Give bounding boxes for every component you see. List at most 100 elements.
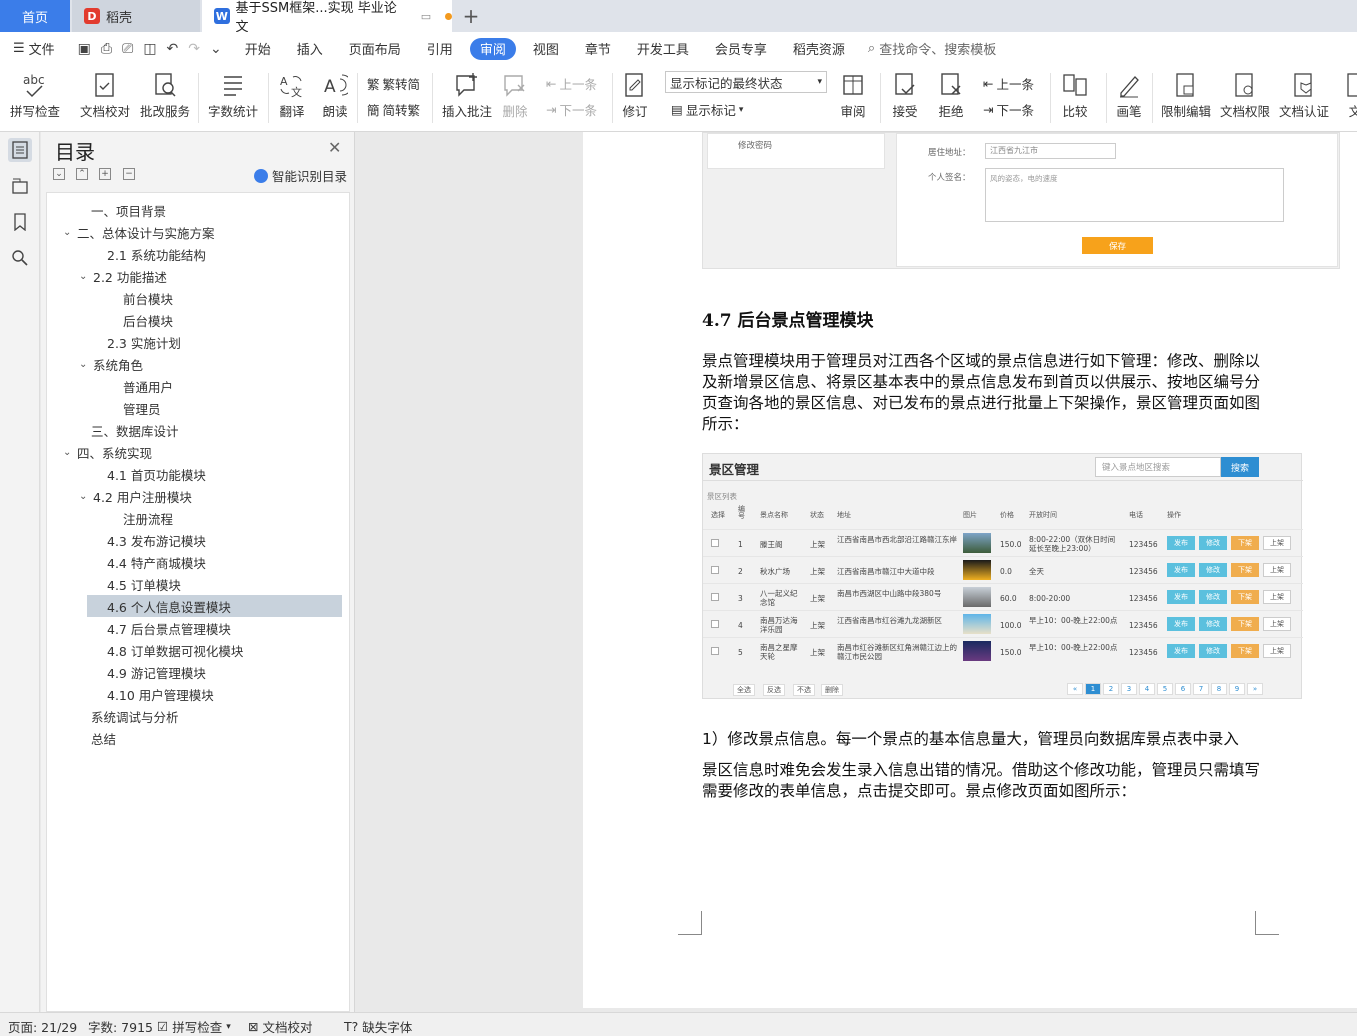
row-time: 8:00-20:00: [1029, 594, 1071, 603]
search-icon[interactable]: [8, 246, 32, 270]
prev-change-button[interactable]: ⇤ 上一条: [983, 74, 1034, 93]
doc-proof-button[interactable]: 文档校对: [80, 69, 130, 120]
menu-insert[interactable]: 插入: [284, 38, 336, 60]
plus-icon[interactable]: +: [99, 168, 111, 180]
word-count-indicator[interactable]: 字数: 7915: [88, 1017, 153, 1036]
collapse-all-icon[interactable]: ⌄: [53, 168, 65, 180]
toc-item-selected[interactable]: 4.6 个人信息设置模块: [87, 595, 342, 617]
toc-item[interactable]: 4.4 特产商城模块: [93, 551, 206, 573]
toc-nav-icon[interactable]: [8, 138, 32, 162]
toc-item[interactable]: 2.1 系统功能结构: [93, 243, 206, 265]
doc-cert-button[interactable]: 文档认证: [1279, 69, 1329, 120]
screen-icon[interactable]: ▭: [421, 10, 431, 23]
toc-item[interactable]: 2.3 实施计划: [93, 331, 181, 353]
bookmark-icon[interactable]: [8, 210, 32, 234]
toc-item[interactable]: ⌄ 系统角色: [79, 353, 143, 375]
save-icon[interactable]: ▣: [78, 41, 91, 57]
menu-review[interactable]: 审阅: [469, 37, 516, 60]
menu-member[interactable]: 会员专享: [702, 38, 780, 60]
simp-to-trad-button[interactable]: 簡简转繁: [367, 100, 420, 119]
restrict-edit-button[interactable]: 限制编辑: [1161, 69, 1211, 120]
reject-button[interactable]: 拒绝: [936, 69, 966, 120]
compare-button[interactable]: 比较: [1060, 69, 1090, 120]
menu-page-layout[interactable]: 页面布局: [336, 38, 414, 60]
spell-check-button[interactable]: abc 拼写检查: [10, 69, 60, 120]
revise-button[interactable]: 修订: [620, 69, 650, 120]
toc-item[interactable]: 4.5 订单模块: [93, 573, 181, 595]
show-marks-button[interactable]: ▤ 显示标记 ▾: [671, 100, 743, 119]
row-id: 2: [738, 567, 743, 576]
new-tab-button[interactable]: +: [458, 0, 484, 32]
menu-developer[interactable]: 开发工具: [624, 38, 702, 60]
missing-font-status[interactable]: T? 缺失字体: [344, 1017, 412, 1036]
spell-check-status[interactable]: ☑ 拼写检查 ▾: [157, 1017, 231, 1036]
toc-item[interactable]: 管理员: [109, 397, 161, 419]
body-paragraph: 1）修改景点信息。每一个景点的基本信息量大，管理员向数据库景点表中录入: [702, 730, 1239, 748]
translate-button[interactable]: A文 翻译: [277, 69, 307, 120]
toc-item[interactable]: ⌄ 二、总体设计与实施方案: [63, 221, 215, 243]
batch-service-button[interactable]: 批改服务: [140, 69, 190, 120]
toc-item[interactable]: 三、数据库设计: [77, 419, 179, 441]
toc-item[interactable]: 4.10 用户管理模块: [93, 683, 214, 705]
doc-rights-button[interactable]: 文档权限: [1220, 69, 1270, 120]
toc-item[interactable]: 后台模块: [109, 309, 173, 331]
insert-comment-button[interactable]: 插入批注: [442, 69, 492, 120]
tab-home[interactable]: 首页: [0, 0, 70, 32]
trad-to-simp-button[interactable]: 繁繁转简: [367, 74, 420, 93]
export-pdf-icon[interactable]: ⎙: [101, 41, 112, 57]
chevron-down-icon[interactable]: ⌄: [63, 227, 77, 238]
mark-state-select[interactable]: 显示标记的最终状态 ▾: [665, 71, 827, 93]
menu-reference[interactable]: 引用: [414, 38, 466, 60]
menu-view[interactable]: 视图: [520, 38, 572, 60]
next-change-button[interactable]: ⇥ 下一条: [983, 100, 1034, 119]
doc-proof-status[interactable]: ⊠ 文档校对: [248, 1017, 313, 1036]
page-indicator[interactable]: 页面: 21/29: [8, 1017, 77, 1036]
smart-toc-button[interactable]: 智能识别目录: [254, 166, 347, 185]
toc-item[interactable]: 一、项目背景: [77, 199, 166, 221]
toc-item[interactable]: 普通用户: [109, 375, 173, 397]
accept-button[interactable]: 接受: [890, 69, 920, 120]
print-icon[interactable]: ⎚: [122, 41, 133, 57]
file-menu[interactable]: ☰ 文件: [0, 38, 68, 60]
insert-comment-label: 插入批注: [442, 104, 493, 119]
undo-icon[interactable]: ↶: [167, 41, 179, 57]
menu-chapter[interactable]: 章节: [572, 38, 624, 60]
toc-item[interactable]: 4.1 首页功能模块: [93, 463, 206, 485]
print-preview-icon[interactable]: ◫: [143, 41, 156, 57]
overflow-button[interactable]: 文: [1340, 69, 1357, 120]
toc-item[interactable]: 前台模块: [109, 287, 173, 309]
chevron-down-icon[interactable]: ⌄: [79, 359, 93, 370]
review-pane-button[interactable]: 审阅: [838, 69, 868, 120]
toc-item[interactable]: 注册流程: [109, 507, 173, 529]
toc-item[interactable]: 4.3 发布游记模块: [93, 529, 206, 551]
customize-qat-icon[interactable]: ⌄: [210, 41, 222, 57]
tab-document[interactable]: W 基于SSM框架...实现 毕业论文 ▭: [202, 0, 452, 35]
document-page[interactable]: 修改密码 居住地址： 江西省九江市 个人签名： 风的姿态，电的速度 保存 4.7…: [583, 132, 1357, 1008]
toc-item[interactable]: ⌄ 四、系统实现: [63, 441, 152, 463]
pen-button[interactable]: 画笔: [1114, 69, 1144, 120]
toc-item[interactable]: 系统调试与分析: [77, 705, 179, 727]
chapter-nav-icon[interactable]: [8, 174, 32, 198]
toc-item[interactable]: ⌄ 4.2 用户注册模块: [79, 485, 192, 507]
word-count-button[interactable]: 字数统计: [208, 69, 258, 120]
close-icon[interactable]: ✕: [328, 138, 341, 157]
toc-item[interactable]: ⌄ 2.2 功能描述: [79, 265, 167, 287]
toc-item[interactable]: 4.8 订单数据可视化模块: [93, 639, 243, 661]
read-aloud-button[interactable]: A 朗读: [320, 69, 350, 120]
expand-up-icon[interactable]: ⌃: [76, 168, 88, 180]
menu-daoke-resources[interactable]: 稻壳资源: [780, 38, 858, 60]
delete-comment-button[interactable]: 删除: [500, 69, 530, 120]
toc-item[interactable]: 总结: [77, 727, 116, 749]
prev-comment-button[interactable]: ⇤ 上一条: [546, 74, 597, 93]
next-comment-button[interactable]: ⇥ 下一条: [546, 100, 597, 119]
minus-icon[interactable]: −: [123, 168, 135, 180]
chevron-down-icon[interactable]: ⌄: [79, 491, 93, 502]
chevron-down-icon[interactable]: ⌄: [63, 447, 77, 458]
redo-icon[interactable]: ↷: [188, 41, 200, 57]
chevron-down-icon[interactable]: ⌄: [79, 271, 93, 282]
command-search[interactable]: ⌕ 查找命令、搜索模板: [868, 39, 996, 58]
toc-item[interactable]: 4.7 后台景点管理模块: [93, 617, 231, 639]
tab-daoke[interactable]: D 稻壳: [72, 0, 200, 32]
menu-start[interactable]: 开始: [232, 38, 284, 60]
toc-item[interactable]: 4.9 游记管理模块: [93, 661, 206, 683]
